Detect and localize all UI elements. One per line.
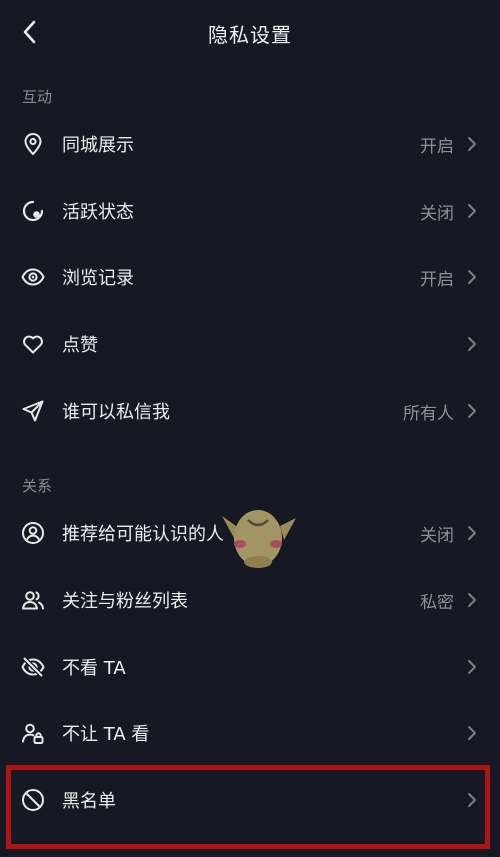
setting-row-direct-message[interactable]: 谁可以私信我 所有人 [0,378,500,444]
chevron-right-icon [468,726,476,740]
setting-label: 同城展示 [62,135,134,156]
setting-label: 不看 TA [62,658,126,679]
setting-label: 活跃状态 [62,202,134,223]
setting-row-follow-fan-list[interactable]: 关注与粉丝列表 私密 [0,567,500,633]
setting-row-blacklist[interactable]: 黑名单 [0,767,500,833]
chevron-right-icon [468,204,476,218]
setting-row-browse-history[interactable]: 浏览记录 开启 [0,244,500,310]
chevron-right-icon [468,404,476,418]
setting-row-active-status[interactable]: 活跃状态 关闭 [0,178,500,244]
setting-row-likes[interactable]: 点赞 [0,311,500,377]
chevron-right-icon [468,337,476,351]
eye-off-icon [21,656,45,678]
setting-value: 开启 [420,137,454,157]
chevron-right-icon [468,793,476,807]
chevron-right-icon [468,137,476,151]
location-pin-icon [24,133,42,155]
block-icon [22,789,44,811]
heart-icon [23,335,43,354]
setting-label: 浏览记录 [62,268,134,289]
chevron-right-icon [468,593,476,607]
send-icon [22,400,44,422]
section-label-interaction: 互动 [22,88,53,106]
header-bar: 隐私设置 [0,0,500,64]
chevron-right-icon [468,660,476,674]
setting-label: 关注与粉丝列表 [62,591,188,612]
user-lock-icon [22,723,44,744]
section-label-relationship: 关系 [22,477,53,495]
activity-status-icon [22,200,44,222]
chevron-right-icon [468,270,476,284]
setting-value: 所有人 [403,404,454,424]
setting-label: 谁可以私信我 [62,402,170,423]
setting-label: 黑名单 [62,791,116,812]
setting-value: 私密 [420,593,454,613]
setting-value: 关闭 [420,204,454,224]
setting-value: 关闭 [420,526,454,546]
setting-row-block-from-viewing[interactable]: 不让 TA 看 [0,700,500,766]
setting-label: 点赞 [62,335,98,356]
eye-icon [21,268,45,286]
watermark-mascot [222,510,296,568]
user-circle-icon [22,522,44,544]
setting-label: 不让 TA 看 [62,724,150,745]
users-icon [22,591,44,610]
page-title: 隐私设置 [208,23,292,47]
setting-row-hide-their-content[interactable]: 不看 TA [0,634,500,700]
chevron-right-icon [468,526,476,540]
setting-value: 开启 [420,270,454,290]
setting-label: 推荐给可能认识的人 [62,524,224,545]
setting-row-local-display[interactable]: 同城展示 开启 [0,111,500,177]
